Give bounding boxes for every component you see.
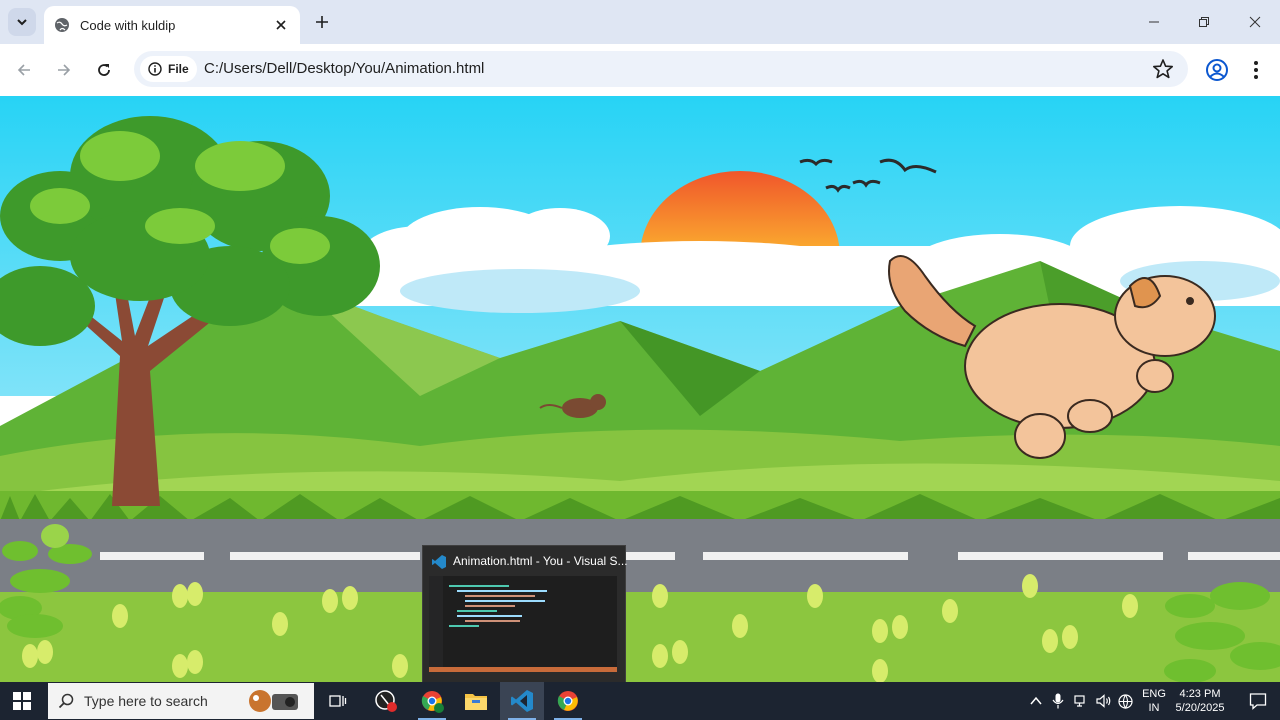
taskbar-app-chrome[interactable] [546, 682, 590, 720]
preview-statusbar [429, 667, 617, 672]
search-highlight-icon [249, 690, 298, 712]
taskbar-app-file-explorer[interactable] [454, 682, 498, 720]
globe-icon [55, 18, 69, 32]
language-top: ENG [1142, 688, 1166, 700]
forward-icon [58, 64, 71, 76]
new-tab-button[interactable] [312, 12, 332, 32]
window-close-icon [1249, 16, 1261, 28]
browser-tab[interactable]: Code with kuldip [44, 6, 300, 44]
volume-icon[interactable] [1096, 694, 1112, 708]
clock[interactable]: 4:23 PM 5/20/2025 [1170, 687, 1230, 715]
vscode-icon [432, 555, 446, 569]
minimize-button[interactable] [1142, 10, 1166, 34]
chrome-icon [421, 691, 444, 713]
taskbar-search-placeholder: Type here to search [84, 693, 208, 709]
back-icon [17, 64, 30, 76]
close-icon [276, 20, 286, 30]
recorder-icon [375, 690, 397, 712]
url-text: C:/Users/Dell/Desktop/You/Animation.html [204, 60, 485, 77]
taskbar-app-vscode[interactable] [500, 682, 544, 720]
restore-button[interactable] [1192, 10, 1216, 34]
address-bar[interactable]: File C:/Users/Dell/Desktop/You/Animation… [134, 51, 1188, 87]
tab-search-button[interactable] [8, 8, 36, 36]
file-chip-label: File [168, 62, 189, 76]
reload-button[interactable] [92, 58, 116, 82]
tab-close-button[interactable] [272, 16, 290, 34]
animation-scene [0, 96, 1280, 682]
taskbar-app-recorder[interactable] [364, 682, 408, 720]
windows-icon [13, 692, 31, 710]
clock-time: 4:23 PM [1179, 688, 1221, 700]
taskbar-window-preview[interactable]: Animation.html - You - Visual S... [422, 545, 628, 684]
preview-gutter [429, 576, 443, 672]
language-bottom: IN [1148, 702, 1160, 714]
task-view-button[interactable] [316, 682, 360, 720]
reload-icon [98, 64, 110, 76]
minimize-icon [1149, 21, 1159, 23]
tab-search-icon [17, 19, 27, 26]
taskbar: Type here to search ENG IN 4:23 PM 5/20/… [0, 682, 1280, 720]
input-language-indicator[interactable]: ENG IN [1138, 687, 1170, 715]
site-info-chip[interactable]: File [140, 56, 197, 82]
preview-title: Animation.html - You - Visual S... [453, 554, 628, 568]
notification-icon [1249, 693, 1267, 710]
tab-title: Code with kuldip [80, 17, 176, 33]
browser-toolbar: File C:/Users/Dell/Desktop/You/Animation… [0, 44, 1280, 97]
search-icon [58, 693, 74, 709]
mic-icon[interactable] [1052, 693, 1064, 709]
chrome-icon [557, 691, 578, 711]
back-button[interactable] [12, 58, 36, 82]
taskbar-search-box[interactable]: Type here to search [48, 683, 314, 719]
restore-icon [1199, 17, 1209, 27]
preview-editor [429, 576, 617, 672]
profile-icon[interactable] [1205, 58, 1229, 82]
scene-illustration [0, 96, 1280, 682]
notification-center-button[interactable] [1236, 682, 1280, 720]
menu-icon[interactable] [1246, 58, 1266, 82]
plus-icon [316, 16, 328, 28]
network-icon[interactable] [1074, 694, 1088, 708]
folder-icon [465, 694, 487, 710]
task-view-icon [329, 695, 347, 707]
forward-button[interactable] [52, 58, 76, 82]
tab-strip: Code with kuldip [0, 0, 1280, 44]
vscode-icon [511, 690, 533, 712]
window-close-button[interactable] [1243, 10, 1267, 34]
taskbar-app-chrome-profile[interactable] [410, 682, 454, 720]
start-button[interactable] [0, 682, 44, 720]
language-globe-icon[interactable] [1118, 694, 1133, 709]
star-icon[interactable] [1152, 58, 1174, 80]
show-hidden-icons-icon[interactable] [1030, 696, 1042, 706]
clock-date: 5/20/2025 [1175, 702, 1225, 714]
preview-code-lines [449, 582, 547, 630]
info-icon [148, 62, 162, 76]
